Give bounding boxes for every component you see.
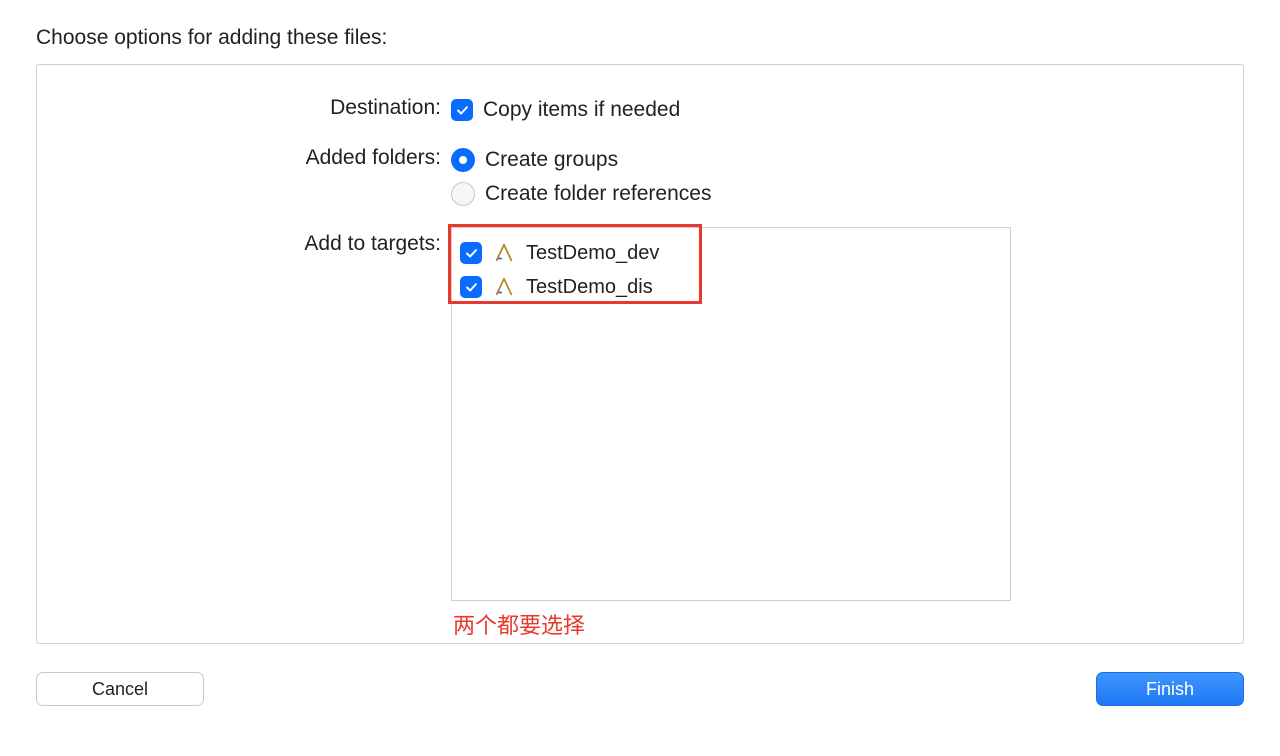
added-folders-label: Added folders:: [37, 143, 441, 211]
finish-button[interactable]: Finish: [1096, 672, 1244, 706]
copy-items-label: Copy items if needed: [483, 95, 680, 125]
dialog-title: Choose options for adding these files:: [36, 26, 1244, 50]
target-checkbox[interactable]: [460, 276, 482, 298]
cancel-button[interactable]: Cancel: [36, 672, 204, 706]
create-folder-refs-label: Create folder references: [485, 179, 711, 209]
checkmark-icon: [464, 280, 479, 295]
create-folder-refs-radio[interactable]: [451, 182, 475, 206]
target-name: TestDemo_dev: [526, 238, 659, 268]
appstore-icon: [492, 241, 516, 265]
copy-items-checkbox[interactable]: [451, 99, 473, 121]
options-panel: Destination: Copy items if needed Added …: [36, 64, 1244, 644]
create-groups-label: Create groups: [485, 145, 618, 175]
add-to-targets-label: Add to targets:: [37, 227, 441, 641]
target-item[interactable]: TestDemo_dis: [452, 270, 1010, 304]
create-groups-radio[interactable]: [451, 148, 475, 172]
targets-list[interactable]: TestDemo_dev: [451, 227, 1011, 601]
target-item[interactable]: TestDemo_dev: [452, 236, 1010, 270]
dialog-button-bar: Cancel Finish: [36, 644, 1244, 706]
checkmark-icon: [464, 246, 479, 261]
appstore-icon: [492, 275, 516, 299]
target-name: TestDemo_dis: [526, 272, 653, 302]
add-files-dialog: Choose options for adding these files: D…: [0, 0, 1280, 734]
checkmark-icon: [455, 103, 470, 118]
target-checkbox[interactable]: [460, 242, 482, 264]
annotation-text: 两个都要选择: [451, 611, 585, 641]
destination-label: Destination:: [37, 93, 441, 127]
